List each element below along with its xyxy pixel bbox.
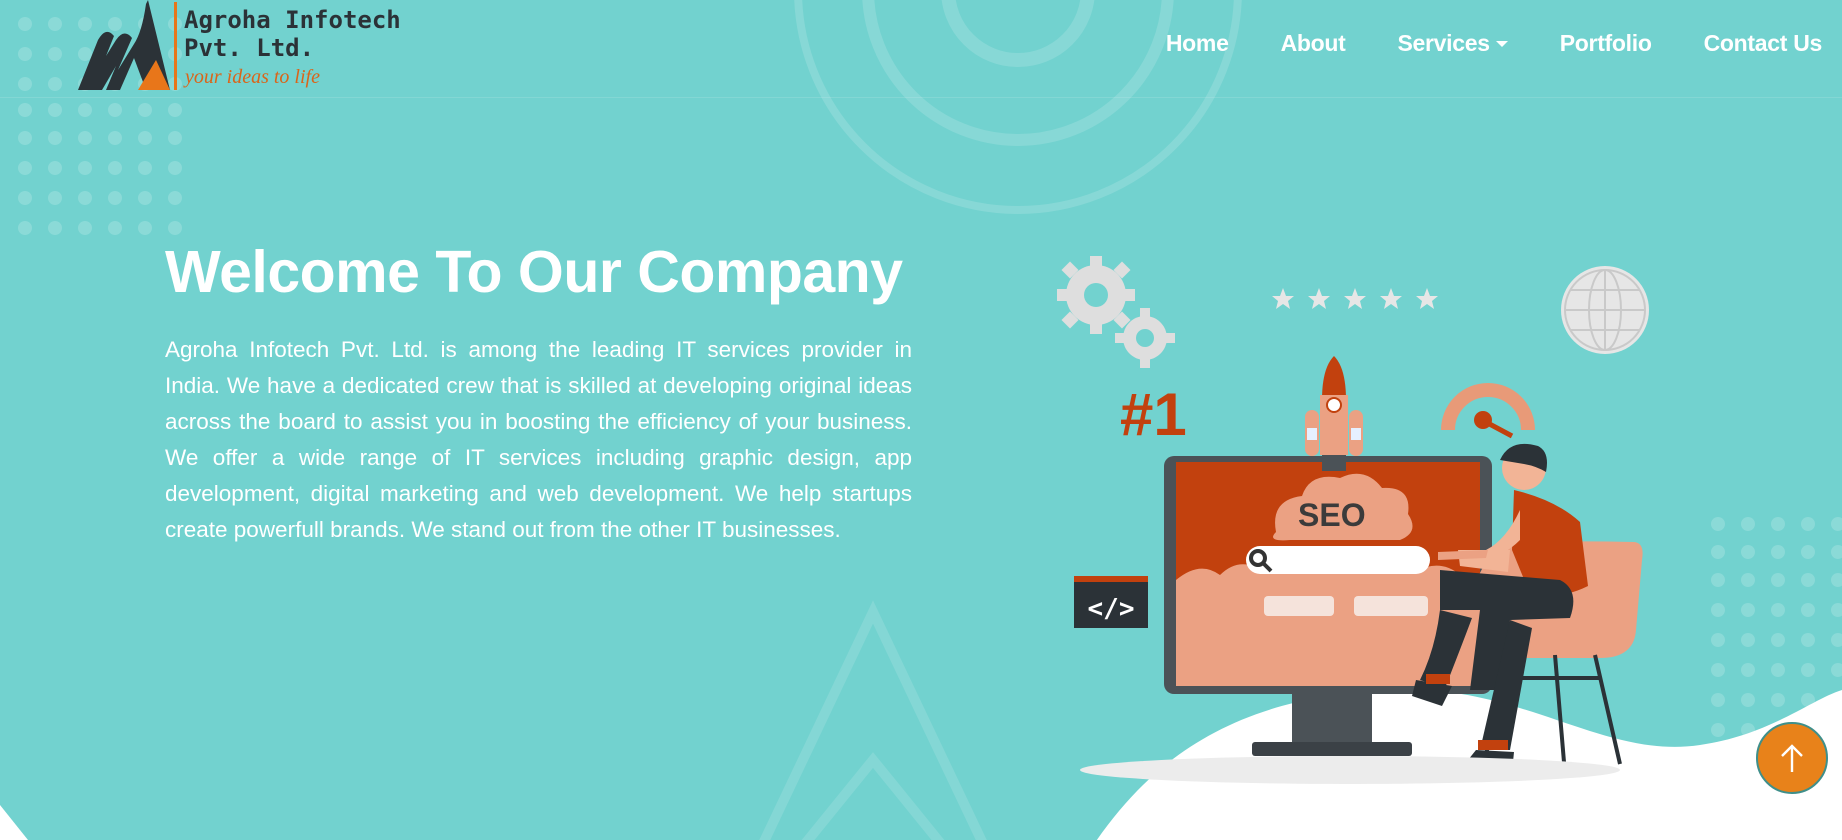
nav-item-label: Contact Us	[1703, 30, 1823, 56]
code-icon: </>	[1074, 576, 1148, 628]
nav-item-label: About	[1280, 30, 1346, 56]
nav-item-services[interactable]: Services	[1398, 30, 1508, 57]
button-graphic	[1354, 596, 1428, 616]
brand-name: Agroha Infotech Pvt. Ltd.	[184, 6, 401, 62]
arrow-up-icon	[1781, 744, 1803, 772]
nav-item-contact-us[interactable]: Contact Us	[1703, 30, 1823, 57]
triangle-decoration	[759, 600, 987, 840]
hero-title: Welcome To Our Company	[165, 239, 903, 305]
nav-item-label: Services	[1397, 30, 1491, 56]
rocket-icon	[1305, 356, 1363, 471]
rank-label: #1	[1120, 381, 1187, 448]
rating-stars	[1272, 288, 1438, 309]
caret-down-icon	[1495, 40, 1508, 47]
nav-item-label: Home	[1165, 30, 1229, 56]
scroll-to-top-button[interactable]	[1756, 722, 1828, 794]
star-icon	[1272, 288, 1294, 309]
company-logo[interactable]: Agroha Infotech Pvt. Ltd. your ideas to …	[76, 0, 406, 96]
button-graphic	[1264, 596, 1334, 616]
seo-label: SEO	[1298, 497, 1366, 533]
seo-illustration: #1 SEO </>	[1057, 256, 1649, 784]
star-icon	[1380, 288, 1402, 309]
main-nav: Home About Services Portfolio Contact Us	[1166, 30, 1822, 57]
search-bar-graphic	[1246, 546, 1430, 574]
corner-shape	[0, 805, 28, 840]
brand-tagline: your ideas to life	[185, 66, 320, 88]
nav-item-portfolio[interactable]: Portfolio	[1560, 30, 1652, 57]
code-label: </>	[1088, 594, 1135, 624]
star-icon	[1344, 288, 1366, 309]
gear-icon	[1057, 256, 1135, 334]
site-header: Agroha Infotech Pvt. Ltd. your ideas to …	[0, 0, 1842, 98]
star-icon	[1308, 288, 1330, 309]
nav-item-label: Portfolio	[1559, 30, 1652, 56]
globe-icon	[1561, 266, 1649, 354]
nav-item-home[interactable]: Home	[1166, 30, 1229, 57]
logo-divider	[174, 2, 177, 90]
gauge-icon	[1441, 383, 1535, 439]
logo-mark-icon	[78, 0, 170, 90]
nav-item-about[interactable]: About	[1281, 30, 1346, 57]
star-icon	[1416, 288, 1438, 309]
ground-shadow	[1080, 756, 1620, 784]
hero-description: Agroha Infotech Pvt. Ltd. is among the l…	[165, 337, 912, 542]
